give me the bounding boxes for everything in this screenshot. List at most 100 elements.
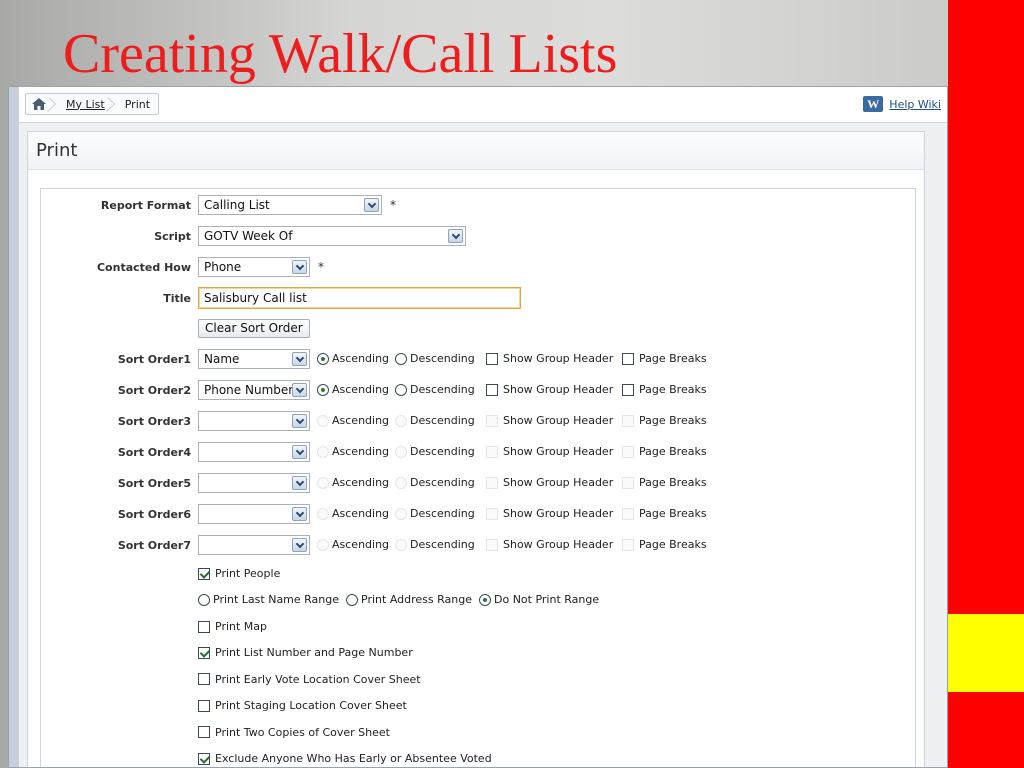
descending-option[interactable]: Descending: [395, 352, 475, 365]
print-option-checkbox[interactable]: [198, 752, 210, 765]
show-group-header-option[interactable]: Show Group Header: [486, 507, 613, 520]
ascending-option[interactable]: Ascending: [317, 507, 389, 520]
page-breaks-checkbox[interactable]: [622, 538, 634, 551]
print-option[interactable]: Exclude Anyone Who Has Early or Absentee…: [198, 752, 492, 765]
range-radio[interactable]: [346, 593, 359, 606]
sort-order-select[interactable]: [198, 473, 310, 493]
range-option[interactable]: Print Last Name Range: [198, 593, 339, 606]
group-header-checkbox[interactable]: [486, 538, 498, 551]
page-breaks-checkbox[interactable]: [622, 507, 634, 520]
ascending-radio[interactable]: [317, 352, 329, 365]
descending-radio[interactable]: [395, 383, 407, 396]
chevron-down-icon[interactable]: [292, 352, 307, 366]
page-breaks-option[interactable]: Page Breaks: [622, 538, 707, 551]
chevron-down-icon[interactable]: [292, 445, 307, 459]
show-group-header-option[interactable]: Show Group Header: [486, 445, 613, 458]
descending-option[interactable]: Descending: [395, 383, 475, 396]
print-option[interactable]: Print List Number and Page Number: [198, 646, 413, 659]
group-header-checkbox[interactable]: [486, 507, 498, 520]
range-option[interactable]: Do Not Print Range: [479, 593, 599, 606]
ascending-option[interactable]: Ascending: [317, 445, 389, 458]
print-option-checkbox[interactable]: [198, 673, 210, 686]
ascending-option[interactable]: Ascending: [317, 538, 389, 551]
page-breaks-option[interactable]: Page Breaks: [622, 445, 707, 458]
print-option-checkbox[interactable]: [198, 620, 210, 633]
chevron-down-icon[interactable]: [364, 198, 379, 212]
script-select[interactable]: GOTV Week Of: [198, 226, 466, 246]
help-wiki-link[interactable]: Help Wiki: [889, 98, 941, 111]
group-header-checkbox[interactable]: [486, 414, 498, 427]
show-group-header-option[interactable]: Show Group Header: [486, 476, 613, 489]
report-format-select[interactable]: Calling List: [198, 195, 382, 215]
print-option-checkbox[interactable]: [198, 646, 210, 659]
ascending-radio[interactable]: [317, 383, 329, 396]
breadcrumb-my-list[interactable]: My List: [54, 94, 113, 114]
show-group-header-option[interactable]: Show Group Header: [486, 352, 613, 365]
print-option-checkbox[interactable]: [198, 699, 210, 712]
show-group-header-option[interactable]: Show Group Header: [486, 538, 613, 551]
contacted-how-select[interactable]: Phone: [198, 257, 310, 277]
chevron-down-icon[interactable]: [448, 229, 463, 243]
descending-radio[interactable]: [395, 445, 407, 458]
descending-option[interactable]: Descending: [395, 476, 475, 489]
sort-order-select[interactable]: Phone Number: [198, 380, 310, 400]
ascending-option[interactable]: Ascending: [317, 383, 389, 396]
sort-order-select[interactable]: [198, 535, 310, 555]
chevron-down-icon[interactable]: [292, 383, 307, 397]
page-breaks-checkbox[interactable]: [622, 476, 634, 489]
title-input[interactable]: Salisbury Call list: [198, 287, 521, 309]
clear-sort-order-button[interactable]: Clear Sort Order: [198, 319, 310, 338]
wiki-icon[interactable]: W: [863, 96, 884, 112]
print-option[interactable]: Print Early Vote Location Cover Sheet: [198, 673, 421, 686]
group-header-checkbox[interactable]: [486, 476, 498, 489]
range-option[interactable]: Print Address Range: [346, 593, 472, 606]
group-header-checkbox[interactable]: [486, 445, 498, 458]
chevron-down-icon[interactable]: [292, 414, 307, 428]
ascending-radio[interactable]: [317, 414, 329, 427]
page-breaks-checkbox[interactable]: [622, 383, 634, 396]
descending-option[interactable]: Descending: [395, 414, 475, 427]
ascending-option[interactable]: Ascending: [317, 352, 389, 365]
help-wiki[interactable]: W Help Wiki: [863, 96, 941, 112]
descending-radio[interactable]: [395, 507, 407, 520]
show-group-header-option[interactable]: Show Group Header: [486, 414, 613, 427]
print-option-checkbox[interactable]: [198, 726, 210, 739]
descending-radio[interactable]: [395, 414, 407, 427]
sort-order-select[interactable]: [198, 504, 310, 524]
ascending-option[interactable]: Ascending: [317, 476, 389, 489]
ascending-radio[interactable]: [317, 476, 329, 489]
print-people-checkbox[interactable]: [198, 567, 210, 580]
range-radio[interactable]: [479, 593, 491, 606]
page-breaks-option[interactable]: Page Breaks: [622, 476, 707, 489]
print-option[interactable]: Print Two Copies of Cover Sheet: [198, 726, 390, 739]
sort-order-select[interactable]: Name: [198, 349, 310, 369]
print-option[interactable]: Print Staging Location Cover Sheet: [198, 699, 407, 712]
descending-radio[interactable]: [395, 476, 407, 489]
sort-order-select[interactable]: [198, 442, 310, 462]
descending-radio[interactable]: [395, 538, 407, 551]
chevron-down-icon[interactable]: [292, 538, 307, 552]
ascending-option[interactable]: Ascending: [317, 414, 389, 427]
page-breaks-checkbox[interactable]: [622, 352, 634, 365]
chevron-down-icon[interactable]: [292, 260, 307, 274]
group-header-checkbox[interactable]: [486, 352, 498, 365]
sort-order-select[interactable]: [198, 411, 310, 431]
ascending-radio[interactable]: [317, 538, 329, 551]
chevron-down-icon[interactable]: [292, 507, 307, 521]
chevron-down-icon[interactable]: [292, 476, 307, 490]
page-breaks-option[interactable]: Page Breaks: [622, 414, 707, 427]
page-breaks-checkbox[interactable]: [622, 445, 634, 458]
descending-option[interactable]: Descending: [395, 507, 475, 520]
print-people-option[interactable]: Print People: [198, 567, 280, 580]
breadcrumb-home[interactable]: [26, 94, 54, 114]
page-breaks-option[interactable]: Page Breaks: [622, 507, 707, 520]
page-breaks-option[interactable]: Page Breaks: [622, 383, 707, 396]
print-option[interactable]: Print Map: [198, 620, 267, 633]
range-radio[interactable]: [198, 593, 210, 606]
group-header-checkbox[interactable]: [486, 383, 498, 396]
breadcrumb-my-list-link[interactable]: My List: [66, 98, 105, 111]
page-breaks-checkbox[interactable]: [622, 414, 634, 427]
show-group-header-option[interactable]: Show Group Header: [486, 383, 613, 396]
page-breaks-option[interactable]: Page Breaks: [622, 352, 707, 365]
descending-option[interactable]: Descending: [395, 445, 475, 458]
